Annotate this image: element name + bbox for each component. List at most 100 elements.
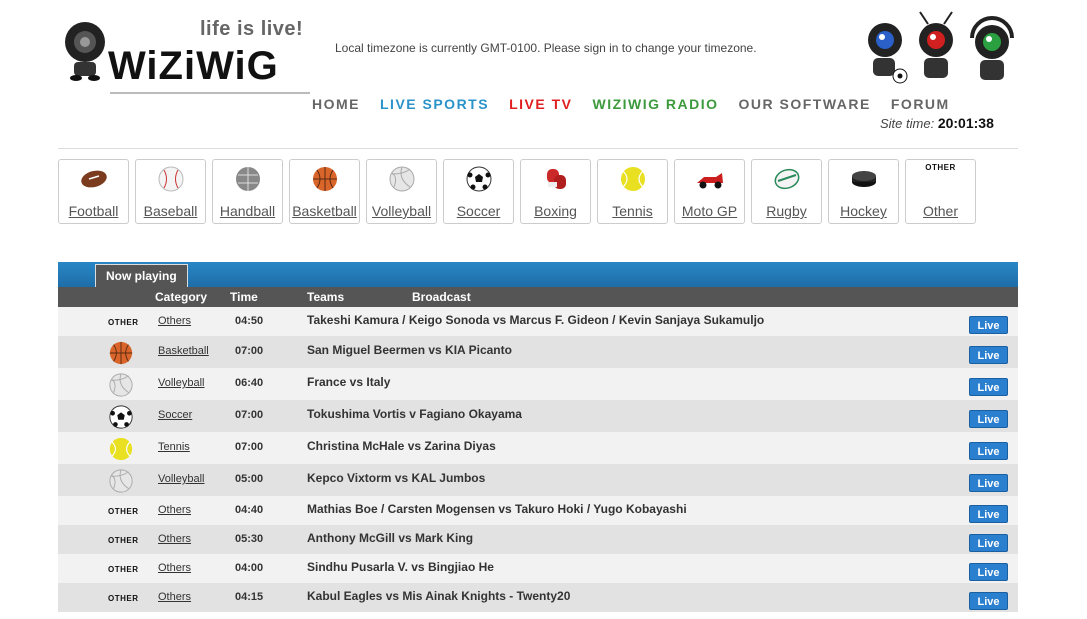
other-icon: OTHER xyxy=(108,318,139,327)
row-category-link[interactable]: Others xyxy=(158,591,191,603)
basketball-icon xyxy=(313,167,337,191)
tab-now-playing[interactable]: Now playing xyxy=(95,264,188,287)
sport-boxing[interactable]: Boxing xyxy=(520,159,591,224)
live-button[interactable]: Live xyxy=(969,534,1008,552)
tennis-ball-icon xyxy=(621,167,645,191)
row-category-link[interactable]: Soccer xyxy=(158,409,192,421)
header-broadcast: Broadcast xyxy=(412,290,471,304)
nav-home[interactable]: HOME xyxy=(312,96,360,112)
live-button[interactable]: Live xyxy=(969,592,1008,610)
row-time: 04:15 xyxy=(235,591,264,603)
live-button[interactable]: Live xyxy=(969,563,1008,581)
table-row: OTHER Others 04:50 Takeshi Kamura / Keigo S… xyxy=(58,307,1018,336)
row-category-link[interactable]: Others xyxy=(158,533,191,545)
table-row: OTHER Others 04:40 Mathias Boe / Carsten Mo… xyxy=(58,496,1018,525)
hockey-puck-icon xyxy=(852,171,876,187)
other-icon: OTHER xyxy=(925,163,956,172)
row-category-link[interactable]: Volleyball xyxy=(158,377,204,389)
basketball-icon xyxy=(109,341,133,365)
volleyball-icon xyxy=(109,373,133,397)
sport-moto-gp[interactable]: Moto GP xyxy=(674,159,745,224)
robot-mascot-icon xyxy=(65,22,105,81)
table-row: Volleyball 05:00 Kepco Vixtorm vs KAL Jumb… xyxy=(58,464,1018,496)
sport-label: Tennis xyxy=(612,203,653,219)
row-teams: Kabul Eagles vs Mis Ainak Knights - Twen… xyxy=(307,589,571,603)
handball-icon xyxy=(236,167,260,191)
now-playing-table: Now playing Category Time Teams Broadcas… xyxy=(58,262,1018,612)
sport-other[interactable]: OTHER Other xyxy=(905,159,976,224)
soccer-ball-icon xyxy=(466,166,492,192)
sport-rugby[interactable]: Rugby xyxy=(751,159,822,224)
sport-hockey[interactable]: Hockey xyxy=(828,159,899,224)
row-teams: Tokushima Vortis v Fagiano Okayama xyxy=(307,407,522,421)
sport-basketball[interactable]: Basketball xyxy=(289,159,360,224)
row-category-link[interactable]: Others xyxy=(158,315,191,327)
nav-live-tv[interactable]: LIVE TV xyxy=(509,96,572,112)
header-teams: Teams xyxy=(307,290,345,304)
row-teams: Kepco Vixtorm vs KAL Jumbos xyxy=(307,471,486,485)
row-time: 05:30 xyxy=(235,533,264,545)
logo-underline xyxy=(110,92,310,94)
sport-label: Basketball xyxy=(292,203,357,219)
live-button[interactable]: Live xyxy=(969,316,1008,334)
sport-tennis[interactable]: Tennis xyxy=(597,159,668,224)
row-teams: France vs Italy xyxy=(307,375,391,389)
sport-label: Soccer xyxy=(456,203,501,219)
nav-wiziwig-radio[interactable]: WIZIWIG RADIO xyxy=(592,96,718,112)
header-divider xyxy=(58,148,1018,149)
nav-live-sports[interactable]: LIVE SPORTS xyxy=(380,96,489,112)
sport-label: Handball xyxy=(219,203,276,219)
row-teams: Christina McHale vs Zarina Diyas xyxy=(307,439,496,453)
soccer-ball-icon xyxy=(109,405,133,429)
live-button[interactable]: Live xyxy=(969,410,1008,428)
row-time: 05:00 xyxy=(235,473,264,485)
live-button[interactable]: Live xyxy=(969,378,1008,396)
logo-wordmark: WiZiWiG xyxy=(108,44,279,88)
sport-label: Baseball xyxy=(143,203,198,219)
tennis-ball-icon xyxy=(109,437,133,461)
other-icon: OTHER xyxy=(108,594,139,603)
row-category-link[interactable]: Others xyxy=(158,562,191,574)
nav-forum[interactable]: FORUM xyxy=(891,96,950,112)
nav-our-software[interactable]: OUR SOFTWARE xyxy=(739,96,871,112)
sport-football[interactable]: Football xyxy=(58,159,129,224)
other-icon: OTHER xyxy=(108,507,139,516)
live-button[interactable]: Live xyxy=(969,346,1008,364)
volleyball-icon xyxy=(389,166,415,192)
sport-volleyball[interactable]: Volleyball xyxy=(366,159,437,224)
row-time: 07:00 xyxy=(235,409,264,421)
other-icon: OTHER xyxy=(108,536,139,545)
site-time: Site time: 20:01:38 xyxy=(880,115,994,131)
row-category-link[interactable]: Basketball xyxy=(158,345,209,357)
row-time: 04:40 xyxy=(235,504,264,516)
tab-bar: Now playing xyxy=(58,262,1018,287)
sport-categories: Football Baseball Handball Basketball Vo… xyxy=(58,159,976,224)
live-button[interactable]: Live xyxy=(969,505,1008,523)
row-teams: Sindhu Pusarla V. vs Bingjiao He xyxy=(307,560,494,574)
live-button[interactable]: Live xyxy=(969,442,1008,460)
sport-soccer[interactable]: Soccer xyxy=(443,159,514,224)
sport-label: Boxing xyxy=(534,203,577,219)
sport-handball[interactable]: Handball xyxy=(212,159,283,224)
sport-baseball[interactable]: Baseball xyxy=(135,159,206,224)
robot-mascots-icon xyxy=(868,11,1014,84)
sport-label: Football xyxy=(68,203,119,219)
live-button[interactable]: Live xyxy=(969,474,1008,492)
site-logo[interactable]: life is live! WiZiWiG xyxy=(60,18,312,94)
row-time: 04:50 xyxy=(235,315,264,327)
row-category-link[interactable]: Others xyxy=(158,504,191,516)
sport-label: Hockey xyxy=(840,203,887,219)
row-category-link[interactable]: Tennis xyxy=(158,441,190,453)
sport-label: Moto GP xyxy=(681,203,738,219)
race-car-icon xyxy=(697,173,723,189)
sport-label: Volleyball xyxy=(371,203,432,219)
row-teams: Mathias Boe / Carsten Mogensen vs Takuro… xyxy=(307,502,687,516)
table-row: Soccer 07:00 Tokushima Vortis v Fagiano Ok… xyxy=(58,400,1018,432)
table-row: OTHER Others 04:00 Sindhu Pusarla V. vs Bin… xyxy=(58,554,1018,583)
row-category-link[interactable]: Volleyball xyxy=(158,473,204,485)
logo-tagline: life is live! xyxy=(200,18,304,40)
row-time: 04:00 xyxy=(235,562,264,574)
table-header: Category Time Teams Broadcast xyxy=(58,287,1018,307)
table-row: Tennis 07:00 Christina McHale vs Zarina Di… xyxy=(58,432,1018,464)
row-teams: Anthony McGill vs Mark King xyxy=(307,531,474,545)
